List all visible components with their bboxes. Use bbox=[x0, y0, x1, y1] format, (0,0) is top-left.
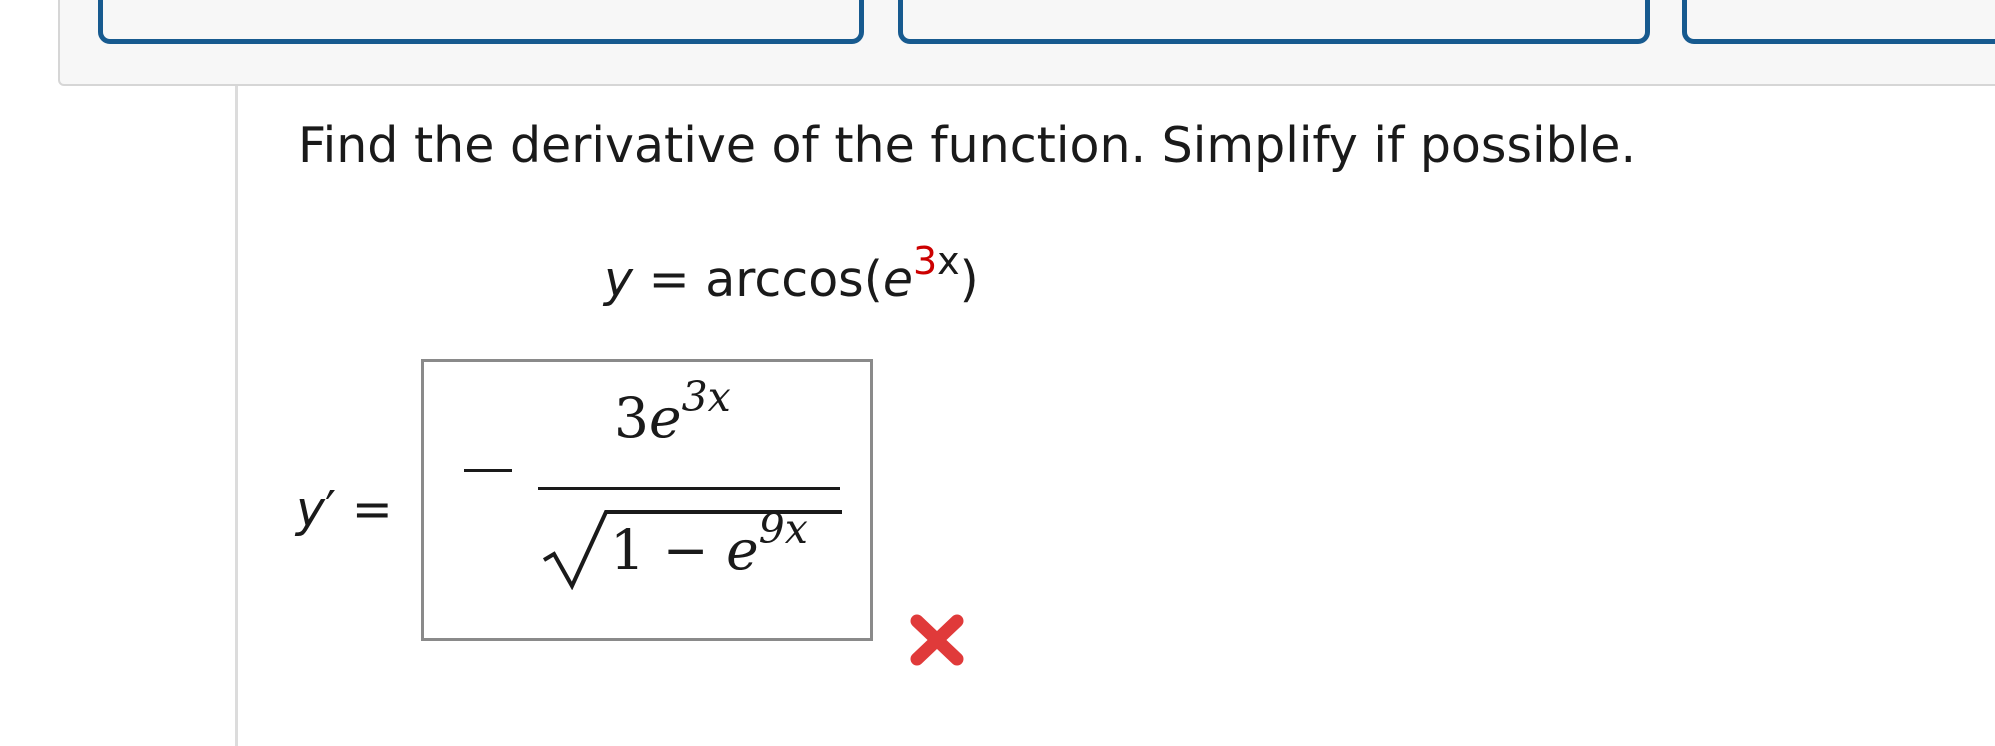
answer-label-var: y bbox=[296, 481, 325, 538]
numerator-exponent: 3x bbox=[681, 373, 731, 421]
content-divider bbox=[235, 86, 238, 746]
radicand-base: e bbox=[726, 518, 759, 582]
question-instruction: Find the derivative of the function. Sim… bbox=[298, 117, 1637, 174]
equation-equals: = bbox=[648, 251, 690, 308]
radicand-minus: − bbox=[662, 518, 709, 582]
base-e: e bbox=[882, 251, 913, 308]
exponent-variable: x bbox=[937, 239, 960, 283]
fraction-bar bbox=[538, 487, 840, 490]
equation-lhs: y bbox=[604, 251, 633, 308]
answer-input[interactable]: 3e3x 1 − e9x bbox=[421, 359, 873, 641]
toolbar-button-1[interactable] bbox=[98, 0, 864, 44]
answer-label-prime: ′ bbox=[325, 481, 337, 538]
incorrect-x-icon bbox=[910, 614, 964, 666]
negative-sign bbox=[464, 469, 512, 472]
close-paren: ) bbox=[959, 251, 979, 308]
radicand-constant: 1 bbox=[610, 518, 645, 582]
given-function: y = arccos(e3x) bbox=[604, 239, 979, 313]
open-paren: ( bbox=[863, 251, 883, 308]
toolbar-button-2[interactable] bbox=[898, 0, 1650, 44]
function-name: arccos bbox=[705, 251, 864, 308]
numerator-base: e bbox=[649, 386, 682, 450]
answer-label: y′ = bbox=[296, 480, 393, 540]
numerator-coefficient: 3 bbox=[614, 386, 649, 450]
exponent-coefficient: 3 bbox=[912, 239, 938, 283]
answer-label-equals: = bbox=[351, 481, 393, 538]
radicand: 1 − e9x bbox=[610, 505, 808, 585]
toolbar-button-3[interactable] bbox=[1682, 0, 1995, 44]
fraction-numerator: 3e3x bbox=[614, 373, 731, 453]
radicand-exponent: 9x bbox=[758, 505, 808, 553]
